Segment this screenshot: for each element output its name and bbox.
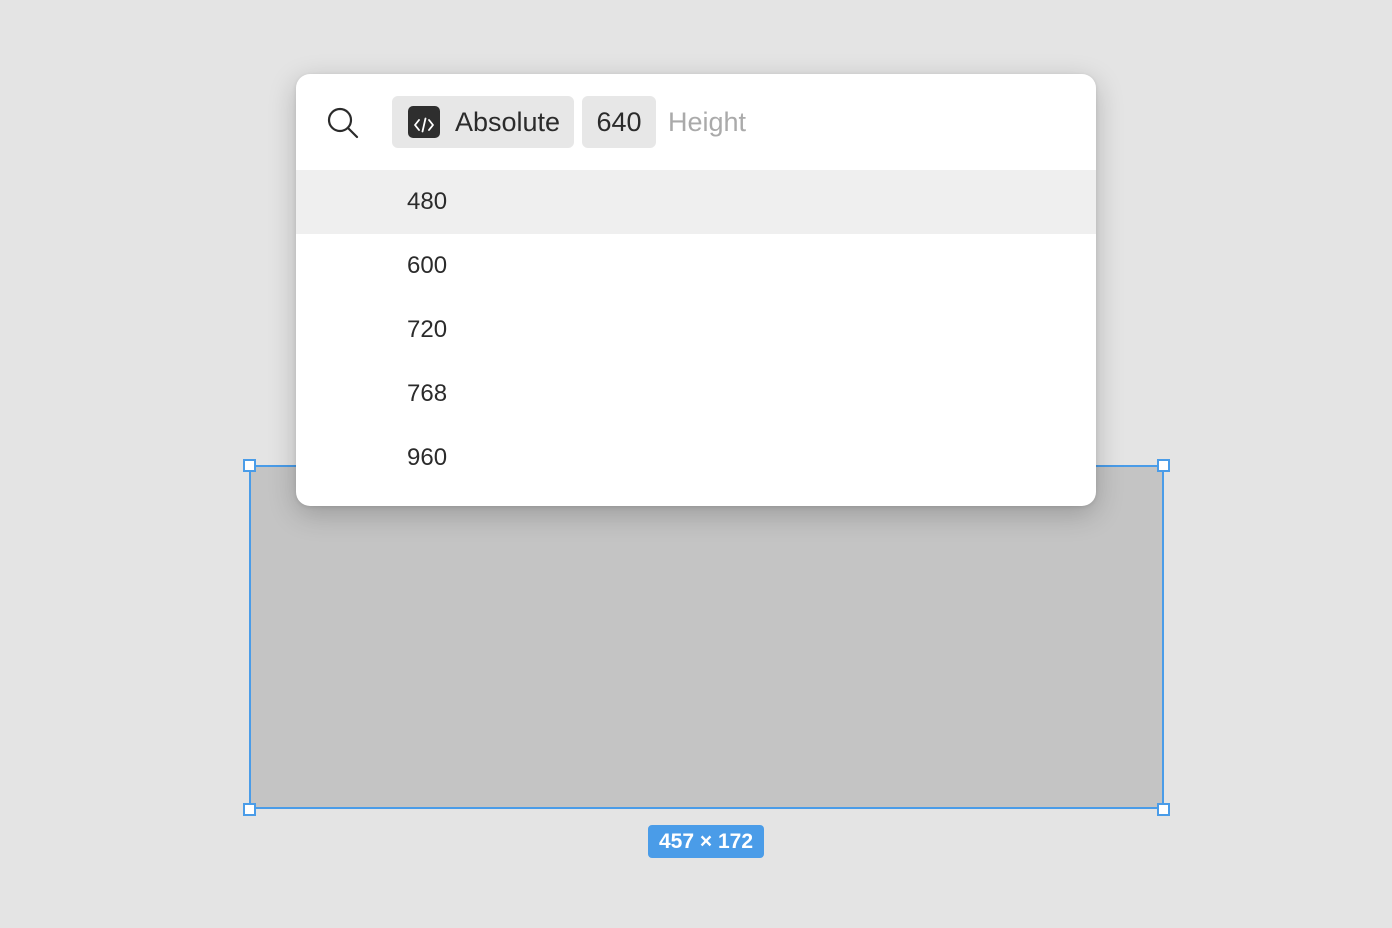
option-768[interactable]: 768 [296, 362, 1096, 426]
search-bar: Absolute 640 [296, 74, 1096, 170]
dimension-popover: Absolute 640 480 600 720 768 960 [296, 74, 1096, 506]
value-chip[interactable]: 640 [582, 96, 656, 148]
code-icon [408, 106, 440, 138]
options-list: 480 600 720 768 960 [296, 170, 1096, 490]
option-480[interactable]: 480 [296, 170, 1096, 234]
size-badge: 457 × 172 [648, 825, 764, 858]
resize-handle-bottom-left[interactable] [243, 803, 256, 816]
option-600[interactable]: 600 [296, 234, 1096, 298]
option-960[interactable]: 960 [296, 426, 1096, 490]
height-input[interactable] [668, 96, 1068, 148]
resize-handle-top-left[interactable] [243, 459, 256, 472]
mode-chip-label: Absolute [455, 107, 561, 137]
mode-chip[interactable]: Absolute [392, 96, 574, 148]
search-icon [327, 107, 359, 139]
option-720[interactable]: 720 [296, 298, 1096, 362]
resize-handle-top-right[interactable] [1157, 459, 1170, 472]
resize-handle-bottom-right[interactable] [1157, 803, 1170, 816]
selected-frame[interactable] [249, 465, 1164, 809]
